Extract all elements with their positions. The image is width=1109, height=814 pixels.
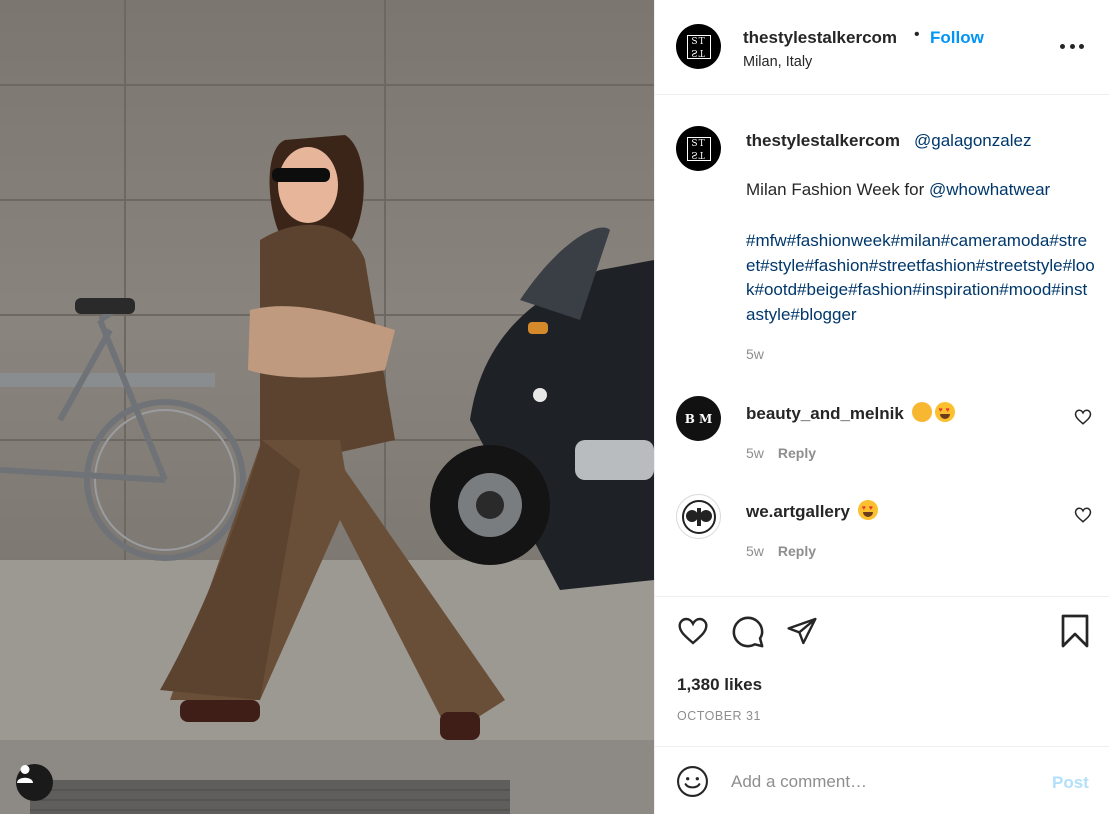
smiley-icon[interactable] (676, 765, 709, 798)
comment-item: beauty_and_melnik ♥ ♥ (746, 402, 955, 424)
comment-username[interactable]: beauty_and_melnik (746, 404, 904, 423)
share-icon[interactable] (785, 615, 819, 647)
comment-avatar-text: B M (684, 411, 713, 426)
caption-text-mention[interactable]: @whowhatwear (929, 180, 1050, 199)
comment-like-icon[interactable] (1074, 408, 1092, 426)
likes-count[interactable]: 1,380 likes (677, 675, 762, 695)
header-separator: • (914, 26, 920, 43)
author-avatar-logo: ST ST (686, 34, 711, 59)
add-comment-bar: Post (655, 746, 1109, 814)
heart-eyes-icon: ♥ ♥ (934, 402, 955, 422)
caption-hashtags[interactable]: #mfw#fashionweek#milan#cameramoda#street… (746, 229, 1096, 327)
heart-eyes-icon: ♥ ♥ (857, 500, 878, 520)
reply-button[interactable]: Reply (778, 543, 816, 559)
post-photo[interactable] (0, 0, 654, 814)
post-date[interactable]: OCTOBER 31 (677, 709, 761, 723)
clapping-hands-icon (911, 402, 932, 422)
user-tag-icon (17, 765, 33, 783)
comment-input[interactable] (731, 769, 1031, 795)
caption-username[interactable]: thestylestalkercom (746, 131, 900, 151)
author-username[interactable]: thestylestalkercom (743, 28, 897, 48)
comment-timestamp[interactable]: 5w (746, 445, 764, 461)
reply-button[interactable]: Reply (778, 445, 816, 461)
caption-mention[interactable]: @galagonzalez (914, 131, 1031, 151)
comment-timestamp[interactable]: 5w (746, 543, 764, 559)
heart-icon[interactable] (676, 615, 710, 647)
author-avatar[interactable]: ST ST (676, 24, 721, 69)
comment-item: we.artgallery ♥ ♥ (746, 500, 878, 522)
comment-avatar[interactable]: B M (676, 396, 721, 441)
comment-username[interactable]: we.artgallery (746, 502, 850, 521)
bookmark-icon[interactable] (1060, 613, 1090, 649)
comment-meta: 5w Reply (746, 543, 816, 559)
comment-like-icon[interactable] (1074, 506, 1092, 524)
caption-text: Milan Fashion Week for @whowhatwear (746, 180, 1050, 200)
follow-button[interactable]: Follow (930, 28, 984, 48)
comment-avatar[interactable] (676, 494, 721, 539)
caption-text-body: Milan Fashion Week for (746, 180, 929, 199)
caption-author-avatar[interactable]: ST ST (676, 126, 721, 171)
more-options-icon[interactable] (1060, 37, 1084, 55)
caption-avatar-logo: ST ST (686, 136, 711, 161)
post-comment-button[interactable]: Post (1052, 773, 1089, 793)
artgallery-logo-icon (681, 499, 716, 534)
post-location[interactable]: Milan, Italy (743, 54, 812, 70)
comment-meta: 5w Reply (746, 445, 816, 461)
post-side-panel: ST ST thestylestalkercom • Follow Milan,… (654, 0, 1109, 814)
user-tag-button[interactable] (16, 764, 53, 801)
comment-icon[interactable] (731, 615, 765, 649)
post-actions: 1,380 likes OCTOBER 31 (655, 596, 1109, 746)
caption-timestamp[interactable]: 5w (746, 346, 764, 362)
post-photo-illustration (0, 0, 654, 814)
post-header: ST ST thestylestalkercom • Follow Milan,… (655, 0, 1109, 95)
